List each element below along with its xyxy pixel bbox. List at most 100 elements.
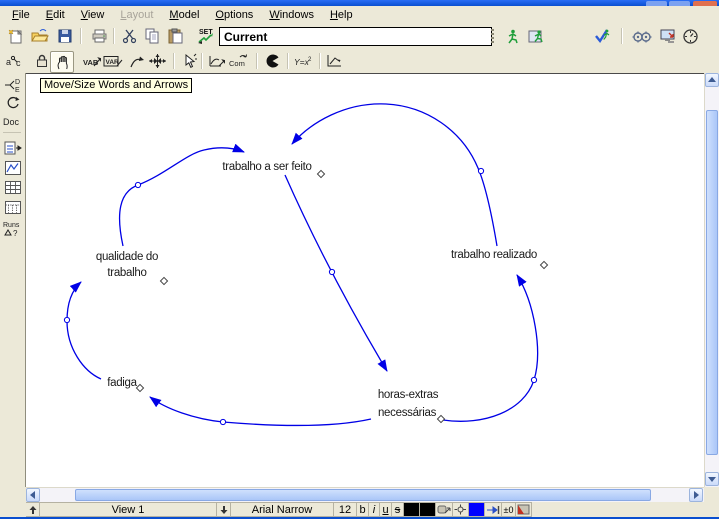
horizontal-scrollbar[interactable] xyxy=(26,487,704,502)
delete-tool[interactable] xyxy=(262,51,284,71)
line-chart-icon xyxy=(4,160,22,176)
menu-options[interactable]: Options xyxy=(207,7,261,23)
font-name-field[interactable]: Arial Narrow xyxy=(231,502,334,517)
check-syntax-button[interactable] xyxy=(591,26,613,46)
arc-handle[interactable] xyxy=(220,419,225,424)
reality-check-button[interactable] xyxy=(631,26,653,46)
view-down-button[interactable] xyxy=(217,502,231,517)
document-tool[interactable]: Doc xyxy=(2,112,23,129)
arrow-color-swatch[interactable] xyxy=(469,502,485,517)
box-variable-tool[interactable]: VAR xyxy=(102,51,124,71)
copy-button[interactable] xyxy=(141,26,163,46)
synthesim-button[interactable] xyxy=(525,26,547,46)
node-horas-extras-line2[interactable]: necessárias xyxy=(378,407,437,419)
reference-modes-tool[interactable] xyxy=(324,51,346,71)
vertical-scroll-thumb[interactable] xyxy=(706,110,718,455)
simulate-button[interactable] xyxy=(501,26,523,46)
arrow-fadiga-to-qualidade[interactable] xyxy=(67,282,101,379)
arrow-width-button[interactable] xyxy=(485,502,502,517)
node-qualidade-do-trabalho-line1[interactable]: qualidade do xyxy=(96,251,158,263)
menu-windows[interactable]: Windows xyxy=(261,7,322,23)
node-horas-extras-line1[interactable]: horas-extras xyxy=(378,389,439,401)
arrow-trabalho-a-ser-feito-to-horas-extras[interactable] xyxy=(285,175,387,371)
node-handle[interactable] xyxy=(540,261,547,268)
causes-strip-tool[interactable] xyxy=(2,139,23,156)
menu-model[interactable]: Model xyxy=(161,7,207,23)
arc-handle[interactable] xyxy=(135,182,140,187)
equations-tool[interactable]: Y=x2 xyxy=(293,51,315,71)
node-handle[interactable] xyxy=(437,415,444,422)
text-color-swatch[interactable] xyxy=(404,502,420,517)
scroll-left-button[interactable] xyxy=(26,488,40,502)
causal-loop-diagram: trabalho a ser feito qualidade do trabal… xyxy=(26,74,704,488)
print-button[interactable] xyxy=(88,26,110,46)
causes-tree-tool[interactable]: DE xyxy=(2,76,23,93)
new-document-icon xyxy=(7,28,24,45)
font-size-field[interactable]: 12 xyxy=(334,502,357,517)
merge-tool[interactable] xyxy=(179,51,201,71)
rename-tool[interactable]: ac xyxy=(3,51,25,71)
arc-handle[interactable] xyxy=(531,377,536,382)
paste-button[interactable] xyxy=(164,26,186,46)
table-grid-icon xyxy=(4,180,22,195)
node-qualidade-do-trabalho-line2[interactable]: trabalho xyxy=(107,267,146,279)
runs-compare-tool[interactable]: Runs? xyxy=(2,219,23,238)
table-time-down-tool[interactable] xyxy=(2,199,23,216)
arc-handle[interactable] xyxy=(64,317,69,322)
node-trabalho-realizado[interactable]: trabalho realizado xyxy=(451,249,537,261)
variable-tool[interactable]: VAB xyxy=(81,51,103,71)
horizontal-scroll-thumb[interactable] xyxy=(75,489,651,501)
cut-button[interactable] xyxy=(118,26,140,46)
node-handle[interactable] xyxy=(136,384,143,391)
open-button[interactable] xyxy=(29,26,51,46)
menu-file[interactable]: File xyxy=(4,7,38,23)
bold-button[interactable]: b xyxy=(357,502,369,517)
shape-button[interactable] xyxy=(436,502,453,517)
scroll-right-button[interactable] xyxy=(689,488,703,502)
arrow-horas-extras-to-trabalho-realizado[interactable] xyxy=(443,275,538,421)
toolbar-grip xyxy=(491,29,494,43)
shape-color-swatch[interactable] xyxy=(420,502,436,517)
polarity-button[interactable]: ±0 xyxy=(502,502,516,517)
input-output-object-tool[interactable] xyxy=(205,51,227,71)
arrow-horas-extras-to-fadiga[interactable] xyxy=(150,397,371,425)
equation-exponent: 2 xyxy=(308,57,312,63)
loops-tool[interactable] xyxy=(2,94,23,111)
save-button[interactable] xyxy=(54,26,76,46)
sketch-comment-tool[interactable]: Com xyxy=(228,51,250,71)
arc-handle[interactable] xyxy=(478,168,483,173)
scroll-up-button[interactable] xyxy=(705,73,719,87)
scroll-down-button[interactable] xyxy=(705,472,719,486)
italic-button[interactable]: i xyxy=(369,502,380,517)
check-runner-icon xyxy=(593,27,612,45)
vertical-scrollbar[interactable] xyxy=(704,73,719,487)
menu-view[interactable]: View xyxy=(73,7,113,23)
dataset-name-field[interactable] xyxy=(219,27,492,46)
gauge-button[interactable] xyxy=(679,26,701,46)
arc-handle[interactable] xyxy=(329,269,334,274)
vensim-window: File Edit View Layout Model Options Wind… xyxy=(0,0,719,519)
menu-help[interactable]: Help xyxy=(322,7,361,23)
move-size-tool[interactable] xyxy=(50,51,74,73)
hide-level-button[interactable] xyxy=(516,502,532,517)
node-handle[interactable] xyxy=(160,277,167,284)
underline-button[interactable]: u xyxy=(380,502,392,517)
position-button[interactable] xyxy=(453,502,469,517)
arrow-tool[interactable] xyxy=(126,51,148,71)
node-handle[interactable] xyxy=(317,170,324,177)
sketch-canvas[interactable]: trabalho a ser feito qualidade do trabal… xyxy=(26,73,704,487)
strikethrough-button[interactable]: s xyxy=(392,502,404,517)
table-tool[interactable] xyxy=(2,179,23,196)
set-simulation-button[interactable]: SET xyxy=(195,26,217,46)
new-button[interactable] xyxy=(4,26,26,46)
view-up-button[interactable] xyxy=(26,502,40,517)
menu-edit[interactable]: Edit xyxy=(38,7,73,23)
rate-tool[interactable] xyxy=(146,51,168,71)
graph-tool[interactable] xyxy=(2,159,23,176)
curved-arrow-icon xyxy=(129,54,146,69)
output-windows-button[interactable] xyxy=(657,26,679,46)
view-name-field[interactable]: View 1 xyxy=(40,502,217,517)
node-trabalho-a-ser-feito[interactable]: trabalho a ser feito xyxy=(222,161,311,173)
synthesim-icon xyxy=(527,28,545,45)
node-fadiga[interactable]: fadiga xyxy=(107,377,137,389)
